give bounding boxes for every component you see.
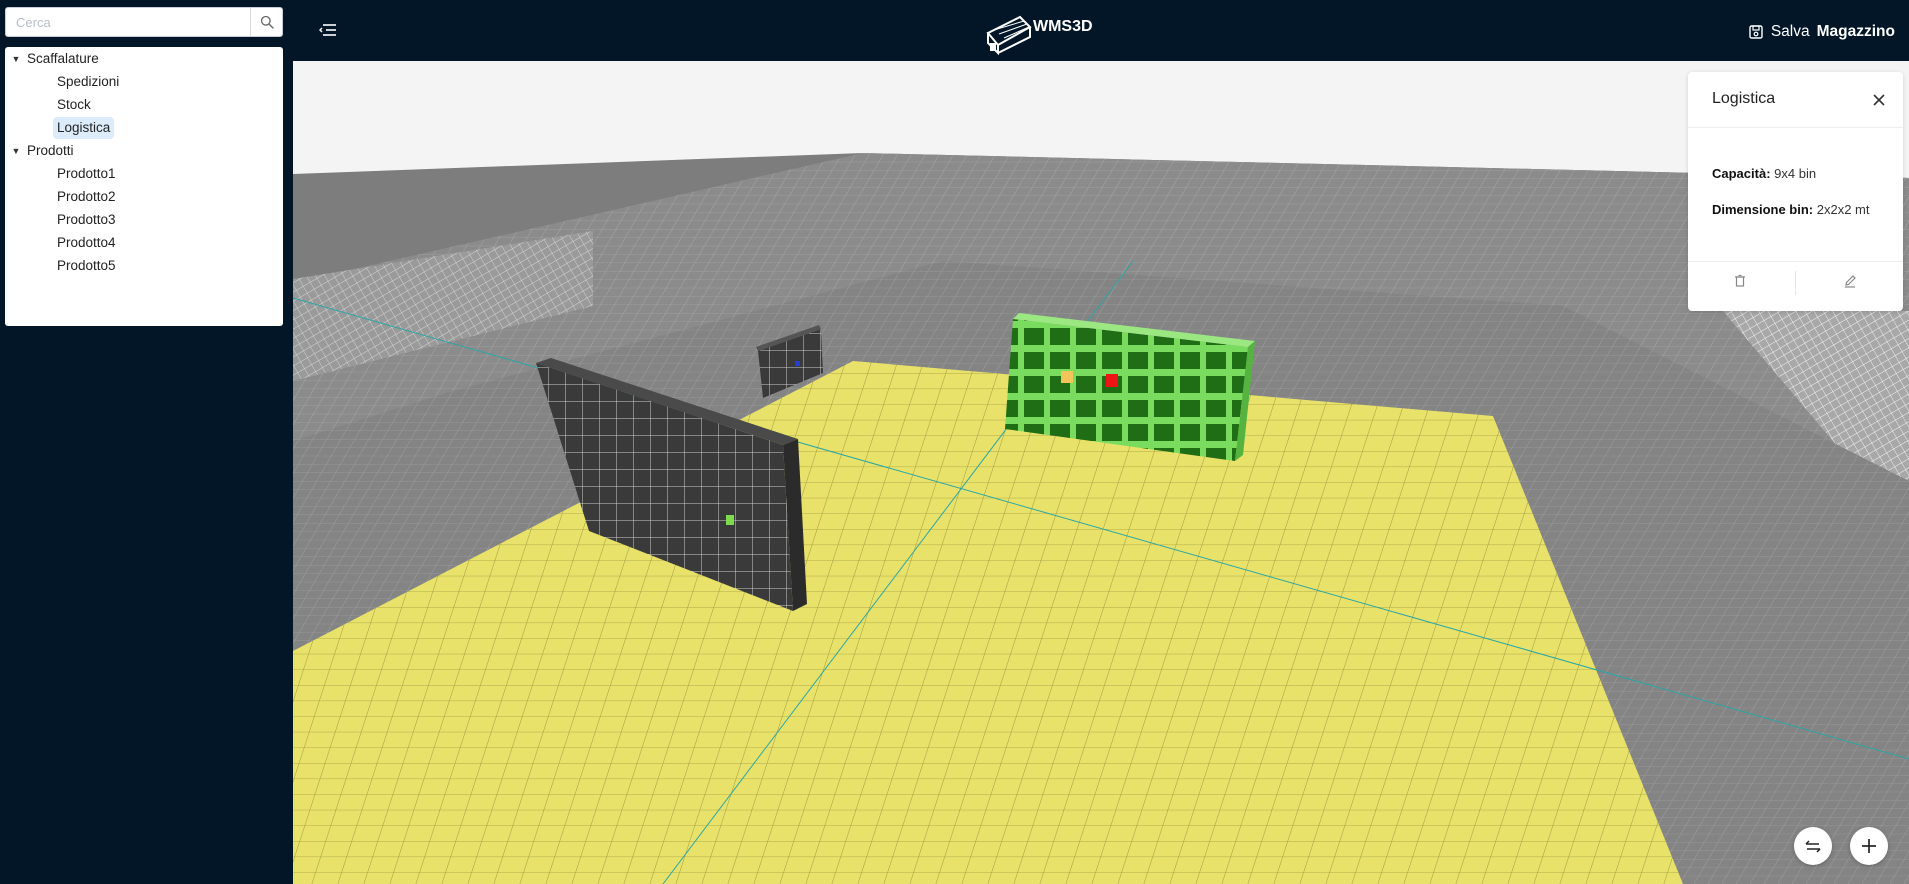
tree-item-prodotto1[interactable]: Prodotto1 [53,163,120,185]
tree-item-spedizioni[interactable]: Spedizioni [53,71,123,93]
menu-toggle-icon[interactable] [317,19,339,41]
search-icon [260,15,274,29]
capacity-label: Capacità: [1712,166,1771,181]
save-icon [1749,25,1763,39]
warehouse-3d-viewport[interactable] [293,61,1909,884]
panel-title: Logistica [1712,90,1776,107]
tree-item-prodotto3[interactable]: Prodotto3 [53,209,120,231]
tree-panel: ▼ Scaffalature Spedizioni Stock Logistica… [5,47,283,326]
tree-item-prodotto5[interactable]: Prodotto5 [53,255,120,277]
trash-icon[interactable] [1730,271,1750,291]
divider [1688,261,1903,262]
tree-item-prodotto4[interactable]: Prodotto4 [53,232,120,254]
bin-size-label: Dimensione bin: [1712,202,1814,217]
caret-down-icon[interactable]: ▼ [5,140,27,162]
save-label: Salva [1770,23,1810,40]
caret-down-icon[interactable]: ▼ [5,48,27,70]
divider [1688,127,1903,128]
save-warehouse-button[interactable]: Salva Magazzino [1748,19,1895,45]
app-logo-text: WMS3D [1033,18,1093,35]
search-box [5,7,283,37]
tree-group-label: Prodotti [27,143,74,158]
tree-item-stock[interactable]: Stock [53,94,95,116]
edit-icon[interactable] [1840,271,1860,291]
capacity-value: 9x4 bin [1774,166,1817,181]
bin-size-row: Dimensione bin: 2x2x2 mt [1712,202,1870,217]
add-button[interactable] [1850,827,1888,865]
search-button[interactable] [250,8,282,36]
bin-size-value: 2x2x2 mt [1816,202,1870,217]
tree-item-logistica[interactable]: Logistica [53,117,115,139]
search-input[interactable] [6,8,252,36]
divider [1795,271,1796,295]
plus-icon [1862,839,1876,853]
capacity-row: Capacità: 9x4 bin [1712,166,1816,181]
swap-icon [1805,840,1821,853]
scene [293,61,1909,884]
sidebar: ▼Scaffalature Spedizioni Stock Logistica… [0,0,293,884]
close-icon[interactable] [1869,90,1889,110]
top-bar: WMS3D Salva Magazzino [293,0,1909,61]
save-label-bold: Magazzino [1816,23,1895,40]
tree-group-prodotti[interactable]: ▼ Prodotti [5,140,74,162]
tree-group-scaffalature[interactable]: ▼ Scaffalature [5,48,99,70]
tree-item-prodotto2[interactable]: Prodotto2 [53,186,120,208]
tree-group-label: Scaffalature [27,51,99,66]
shelf-info-panel: Logistica Capacità: 9x4 bin Dimensione b… [1688,72,1903,311]
swap-button[interactable] [1794,827,1832,865]
